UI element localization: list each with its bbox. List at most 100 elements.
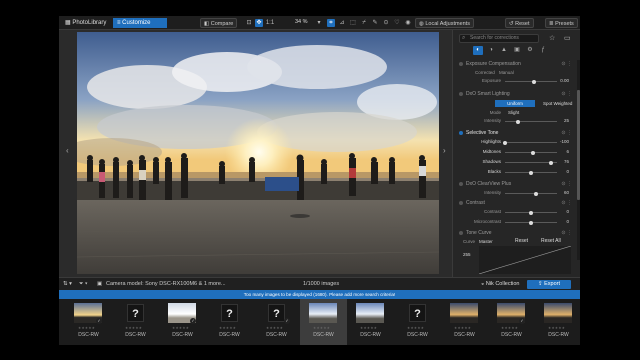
- tone-curve-reset-all-button[interactable]: Reset All: [541, 238, 561, 244]
- panel-toggle-icon[interactable]: ▭: [564, 34, 571, 42]
- ratio-button[interactable]: 1:1: [265, 19, 275, 27]
- filmstrip-thumbnail[interactable]: ★★★★★ DSC-RW: [347, 299, 394, 345]
- tone-curve-section-title[interactable]: Tone Curve: [459, 230, 492, 236]
- filmstrip-thumbnail[interactable]: ✓ ★★★★★ DSC-RW: [488, 299, 535, 345]
- exposure-value[interactable]: 0.00: [555, 78, 569, 83]
- smart-lighting-section-title[interactable]: DxO Smart Lighting: [459, 91, 510, 97]
- rating-stars-icon[interactable]: ★★★★★: [172, 326, 189, 330]
- effects-tab-icon[interactable]: ⚙: [525, 46, 535, 55]
- detail-tab-icon[interactable]: ▲: [499, 46, 509, 55]
- rating-stars-icon[interactable]: ★★★★★: [78, 326, 95, 330]
- slider-knob[interactable]: [529, 220, 533, 225]
- filmstrip-thumbnail[interactable]: ? ★★★★★ DSC-RW: [394, 299, 441, 345]
- color-tab-icon[interactable]: ◑: [486, 46, 496, 55]
- toggle-dot-icon[interactable]: [459, 230, 463, 235]
- rating-stars-icon[interactable]: ★★★★★: [266, 326, 283, 330]
- tone-curve-graph[interactable]: [479, 246, 571, 274]
- filmstrip-thumbnail[interactable]: ? ★★★★★ DSC-RW: [112, 299, 159, 345]
- midtones-slider[interactable]: [505, 150, 557, 155]
- rating-stars-icon[interactable]: ★★★★★: [360, 326, 377, 330]
- slider-knob[interactable]: [503, 140, 507, 145]
- contrast-section-title[interactable]: Contrast: [459, 200, 485, 206]
- next-image-icon[interactable]: ›: [443, 146, 446, 155]
- star-icon[interactable]: ☆: [549, 34, 555, 42]
- section-options-icon[interactable]: ⊙ ⋮: [561, 130, 572, 136]
- filmstrip-thumbnail[interactable]: ✓ ★★★★★ DSC-RW: [159, 299, 206, 345]
- rating-stars-icon[interactable]: ★★★★★: [313, 326, 330, 330]
- moire-icon[interactable]: ♡: [393, 19, 401, 27]
- rating-stars-icon[interactable]: ★★★★★: [454, 326, 471, 330]
- filmstrip-thumbnail[interactable]: ★★★★★ DSC-RW: [441, 299, 488, 345]
- curve-channel-select[interactable]: Master: [479, 239, 493, 244]
- image-viewer[interactable]: [77, 32, 439, 274]
- toggle-dot-icon[interactable]: [459, 200, 463, 205]
- microcontrast-slider[interactable]: [505, 220, 557, 225]
- fx-tab-icon[interactable]: ƒ: [538, 46, 548, 55]
- section-options-icon[interactable]: ⊙ ⋮: [561, 200, 572, 206]
- nik-collection-button[interactable]: ◒ Nik Collection: [478, 280, 522, 289]
- redeye-icon[interactable]: ⊙: [382, 19, 390, 27]
- camera-model-filter[interactable]: Camera model: Sony DSC-RX100M6 & 1 more.…: [106, 281, 226, 287]
- slider-knob[interactable]: [529, 210, 533, 215]
- shadows-value[interactable]: 76: [555, 159, 569, 164]
- blacks-slider[interactable]: [505, 170, 557, 175]
- rating-stars-icon[interactable]: ★★★★★: [548, 326, 565, 330]
- local-adjustments-button[interactable]: ◍ Local Adjustments: [415, 18, 474, 28]
- toggle-dot-icon[interactable]: [459, 130, 463, 135]
- tab-photolibrary[interactable]: ▦ PhotoLibrary: [61, 18, 110, 28]
- smart-lighting-intensity-value[interactable]: 25: [555, 118, 569, 123]
- sort-icon[interactable]: ⇅ ▾: [63, 281, 72, 287]
- section-options-icon[interactable]: ⊙ ⋮: [561, 181, 572, 187]
- blacks-value[interactable]: 0: [555, 169, 569, 174]
- compare-button[interactable]: ◧ Compare: [200, 18, 238, 28]
- section-options-icon[interactable]: ⊙ ⋮: [561, 230, 572, 236]
- slider-knob[interactable]: [516, 119, 520, 124]
- toggle-dot-icon[interactable]: [459, 61, 463, 66]
- mode-select[interactable]: Slight: [508, 110, 519, 115]
- highlights-slider[interactable]: [503, 140, 557, 145]
- smart-lighting-intensity-slider[interactable]: [505, 119, 557, 124]
- exposure-slider[interactable]: [505, 79, 557, 84]
- filmstrip[interactable]: ✓ ★★★★★ DSC-RW? ★★★★★ DSC-RW ✓ ★★★★★ DSC-RW? ★★★…: [59, 299, 580, 345]
- slider-knob[interactable]: [548, 160, 553, 165]
- uniform-mode-button[interactable]: Uniform: [495, 100, 535, 107]
- repair-icon[interactable]: ✎: [371, 19, 379, 27]
- perspective-icon[interactable]: ⬚: [349, 19, 357, 27]
- slider-knob[interactable]: [529, 170, 533, 175]
- curve-output-value[interactable]: 255: [463, 252, 471, 257]
- panel-scrollbar-thumb[interactable]: [577, 90, 580, 200]
- contrast-slider[interactable]: [505, 210, 557, 215]
- clearview-intensity-value[interactable]: 60: [555, 190, 569, 195]
- slider-knob[interactable]: [534, 191, 539, 196]
- spot-weighted-button[interactable]: Spot Weighted: [539, 100, 576, 107]
- filmstrip-thumbnail[interactable]: ? ✓ ★★★★★ DSC-RW: [253, 299, 300, 345]
- folder-icon[interactable]: ▣: [97, 281, 102, 287]
- filmstrip-thumbnail[interactable]: ★★★★★ DSC-RW: [535, 299, 580, 345]
- filmstrip-thumbnail[interactable]: ? ★★★★★ DSC-RW: [206, 299, 253, 345]
- presets-button[interactable]: ≣ Presets: [545, 18, 578, 28]
- tone-curve-reset-button[interactable]: Reset: [515, 238, 528, 244]
- section-options-icon[interactable]: ⊙ ⋮: [561, 61, 572, 67]
- filter-icon[interactable]: ⏷ ▾: [79, 281, 88, 288]
- tab-customize[interactable]: ≡ Customize: [113, 18, 167, 28]
- slider-knob[interactable]: [530, 150, 535, 155]
- straighten-icon[interactable]: ⊿: [338, 19, 346, 27]
- chevron-down-icon[interactable]: ▾: [315, 19, 323, 27]
- exposure-section-title[interactable]: Exposure Compensation: [459, 61, 521, 67]
- previous-image-icon[interactable]: ‹: [66, 146, 69, 155]
- filmstrip-thumbnail[interactable]: ✓ ★★★★★ DSC-RW: [65, 299, 112, 345]
- midtones-value[interactable]: 6: [555, 149, 569, 154]
- section-options-icon[interactable]: ⊙ ⋮: [561, 91, 572, 97]
- preview-eye-icon[interactable]: ◉: [404, 19, 412, 27]
- eyedropper-icon[interactable]: ⌿: [360, 19, 368, 27]
- rating-stars-icon[interactable]: ★★★★★: [219, 326, 236, 330]
- fit-icon[interactable]: ⊡: [245, 19, 253, 27]
- rating-stars-icon[interactable]: ★★★★★: [407, 326, 424, 330]
- exposure-mode-corrected[interactable]: Corrected: [475, 70, 495, 75]
- toggle-dot-icon[interactable]: [459, 91, 463, 96]
- exposure-mode-manual[interactable]: Manual: [499, 70, 514, 75]
- shadows-slider[interactable]: [505, 160, 557, 165]
- hand-icon[interactable]: ✥: [255, 19, 263, 27]
- export-button[interactable]: ⇪ Export: [527, 280, 571, 289]
- filmstrip-thumbnail[interactable]: ★★★★★ DSC-RW: [300, 299, 347, 345]
